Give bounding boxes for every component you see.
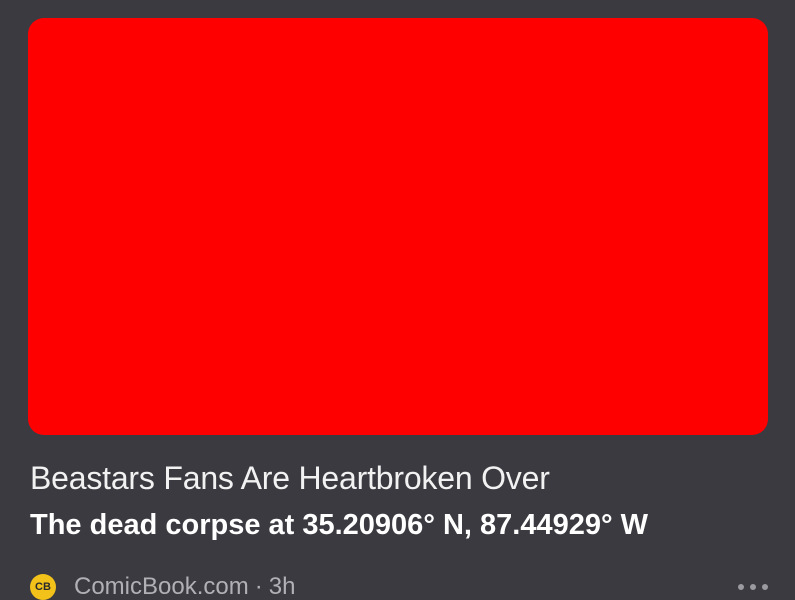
news-card[interactable]: Beastars Fans Are Heartbroken Over The d…	[0, 0, 795, 600]
article-subheadline[interactable]: The dead corpse at 35.20906° N, 87.44929…	[30, 506, 648, 544]
more-horizontal-icon	[738, 584, 744, 590]
article-meta: CB ComicBook.com · 3h	[30, 572, 295, 600]
source-logo-icon[interactable]: CB	[30, 574, 56, 600]
more-horizontal-icon	[762, 584, 768, 590]
source-name[interactable]: ComicBook.com	[74, 573, 249, 600]
article-headline[interactable]: Beastars Fans Are Heartbroken Over	[30, 458, 550, 498]
meta-separator: ·	[254, 573, 263, 600]
more-options-button[interactable]	[738, 580, 768, 594]
post-time: 3h	[268, 573, 296, 600]
article-thumbnail[interactable]	[28, 18, 768, 435]
more-horizontal-icon	[750, 584, 756, 590]
